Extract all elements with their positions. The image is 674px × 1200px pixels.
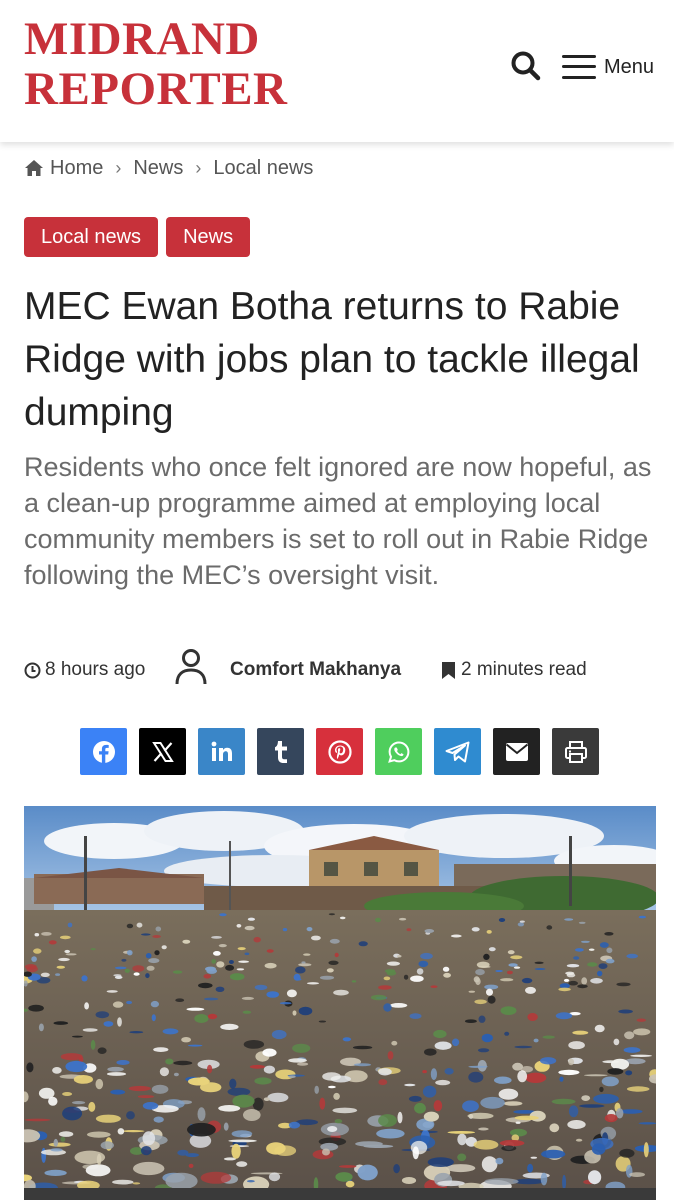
article-meta: 8 hours ago Comfort Makhanya 2 minutes r… bbox=[24, 645, 654, 695]
breadcrumb-home[interactable]: Home bbox=[50, 157, 103, 180]
read-time-text: 2 minutes read bbox=[461, 659, 587, 680]
tag-news[interactable]: News bbox=[166, 217, 251, 257]
author-name[interactable]: Comfort Makhanya bbox=[230, 659, 401, 681]
menu-button[interactable]: Menu bbox=[562, 50, 654, 84]
print-button[interactable] bbox=[552, 728, 599, 775]
share-email-button[interactable] bbox=[493, 728, 540, 775]
read-time: 2 minutes read bbox=[442, 659, 587, 681]
publish-time: 8 hours ago bbox=[24, 659, 145, 681]
breadcrumb-news[interactable]: News bbox=[133, 157, 183, 180]
site-logo[interactable]: MIDRAND REPORTER bbox=[24, 14, 288, 114]
share-telegram-button[interactable] bbox=[434, 728, 481, 775]
logo-line2: REPORTER bbox=[24, 63, 288, 115]
share-pinterest-button[interactable] bbox=[316, 728, 363, 775]
featured-image bbox=[24, 806, 656, 1200]
menu-label: Menu bbox=[604, 55, 655, 78]
pinterest-icon bbox=[327, 739, 352, 764]
x-icon bbox=[151, 741, 174, 762]
share-x-button[interactable] bbox=[139, 728, 186, 775]
home-icon bbox=[25, 160, 43, 176]
site-header: MIDRAND REPORTER Menu bbox=[0, 0, 674, 142]
whatsapp-icon bbox=[387, 740, 409, 763]
tag-local-news[interactable]: Local news bbox=[24, 217, 159, 257]
user-icon bbox=[175, 649, 207, 685]
linkedin-icon bbox=[211, 741, 232, 761]
share-facebook-button[interactable] bbox=[80, 728, 127, 775]
article-headline: MEC Ewan Botha returns to Rabie Ridge wi… bbox=[24, 285, 640, 434]
telegram-icon bbox=[445, 741, 469, 762]
share-whatsapp-button[interactable] bbox=[375, 728, 422, 775]
article-subhead: Residents who once felt ignored are now … bbox=[24, 452, 652, 590]
bookmark-icon bbox=[442, 661, 455, 679]
tumblr-icon bbox=[274, 740, 287, 763]
share-linkedin-button[interactable] bbox=[198, 728, 245, 775]
email-icon bbox=[505, 742, 528, 761]
breadcrumb: Home › News › Local news bbox=[24, 154, 313, 182]
breadcrumb-separator: › bbox=[195, 157, 202, 178]
publish-time-text: 8 hours ago bbox=[45, 659, 146, 680]
category-tags: Local news News bbox=[24, 217, 251, 257]
share-tumblr-button[interactable] bbox=[257, 728, 304, 775]
search-icon bbox=[511, 51, 541, 81]
share-bar bbox=[80, 728, 599, 775]
clock-icon bbox=[24, 662, 41, 678]
logo-line1: MIDRAND bbox=[24, 13, 260, 65]
hamburger-icon bbox=[562, 53, 596, 81]
breadcrumb-local-news[interactable]: Local news bbox=[213, 157, 313, 180]
illegal-dumping-photo bbox=[24, 806, 656, 1200]
print-icon bbox=[564, 740, 587, 763]
facebook-icon bbox=[92, 740, 115, 764]
breadcrumb-separator: › bbox=[115, 157, 122, 178]
search-button[interactable] bbox=[510, 50, 544, 84]
